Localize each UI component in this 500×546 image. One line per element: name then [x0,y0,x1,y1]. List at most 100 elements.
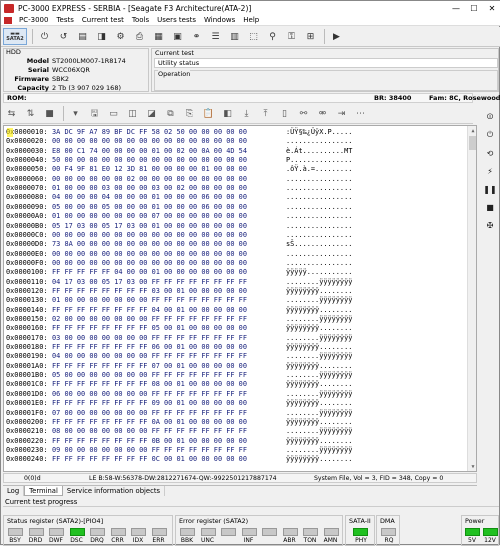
hex-bytes[interactable]: 73 8A 00 00 00 00 00 00 00 00 00 00 00 0… [52,240,278,249]
hex-row[interactable]: 0x00000E0: 00 00 00 00 00 00 00 00 00 00 … [6,250,358,259]
hex-editor[interactable]: ▲ ▼ 0x0000010: 3A DC 9F A7 89 BF DC FF 58… [3,125,477,472]
hex-bytes[interactable]: FF FF FF FF FF FF FF FF 07 00 01 00 00 0… [52,362,278,371]
hex-ascii[interactable]: ÿÿÿÿÿÿÿÿ........ [278,437,358,446]
hex-row[interactable]: 0x00000F0: 00 00 00 00 00 00 00 00 00 00 … [6,259,358,268]
hex-ascii[interactable]: ........ÿÿÿÿÿÿÿÿ [278,334,358,343]
hex-ascii[interactable]: ÿÿÿÿÿÿÿÿ........ [278,306,358,315]
hex-row[interactable]: 0x00000C0: 00 00 00 00 00 00 00 00 00 00 … [6,231,358,240]
hex-ascii[interactable]: ÿÿÿÿÿÿÿÿ........ [278,287,358,296]
hex-bytes[interactable]: FF FF FF FF FF FF FF FF 0B 00 01 00 00 0… [52,437,278,446]
hex-ascii[interactable]: ........ÿÿÿÿÿÿÿÿ [278,409,358,418]
hex-row[interactable]: 0x00001C0: FF FF FF FF FF FF FF FF 08 00 … [6,380,358,389]
tools-icon[interactable]: ✠ [482,217,498,233]
hex-row[interactable]: 0x0000070: 01 00 00 00 03 00 00 00 03 00 … [6,184,358,193]
menu-windows[interactable]: Windows [200,16,239,24]
hex-bytes[interactable]: FF FF FF FF FF FF FF FF 05 00 01 00 00 0… [52,324,278,333]
open-module-icon[interactable]: ▾ [67,105,84,122]
hex-ascii[interactable]: ........ÿÿÿÿÿÿÿÿ [278,427,358,436]
printer-icon[interactable]: ⎙ [131,28,148,45]
hex-row[interactable]: 0x0000020: 00 00 00 00 00 00 00 00 00 00 … [6,137,358,146]
hex-ascii[interactable]: ÿÿÿÿÿÿÿÿ........ [278,343,358,352]
hex-bytes[interactable]: FF FF FF FF FF FF FF FF 04 00 01 00 00 0… [52,306,278,315]
hex-row[interactable]: 0x0000030: E8 00 C1 74 00 00 00 00 01 00 … [6,147,358,156]
hex-ascii[interactable]: ................ [278,137,358,146]
menu-help[interactable]: Help [239,16,263,24]
menu-current-test[interactable]: Current test [78,16,128,24]
drive-id-icon[interactable]: ▤ [74,28,91,45]
hex-row[interactable]: 0x0000190: 04 00 00 00 00 00 00 00 FF FF … [6,352,358,361]
close-button[interactable]: ✕ [483,1,500,15]
hex-bytes[interactable]: 05 17 03 00 05 17 03 00 01 00 00 00 00 0… [52,222,278,231]
sata-port-button[interactable]: ▬▬ SATA2 [3,28,27,45]
hex-ascii[interactable]: ÿÿÿÿÿÿÿÿ........ [278,399,358,408]
power-icon[interactable]: ⏻ [36,28,53,45]
scroll-up-arrow-icon[interactable]: ▲ [468,126,476,135]
hex-bytes[interactable]: 07 00 00 00 00 00 00 00 FF FF FF FF FF F… [52,409,278,418]
hex-bytes[interactable]: 50 00 00 00 00 00 00 00 00 00 00 00 00 0… [52,156,278,165]
hex-ascii[interactable]: ÿÿÿÿÿÿÿÿ........ [278,362,358,371]
pause-icon[interactable]: ❚❚ [482,181,498,197]
hex-bytes[interactable]: 04 00 00 00 00 00 00 00 FF FF FF FF FF F… [52,352,278,361]
hex-row[interactable]: 0x0000180: FF FF FF FF FF FF FF FF 06 00 … [6,343,358,352]
hex-ascii[interactable]: ................ [278,212,358,221]
fill-icon[interactable]: ◧ [219,105,236,122]
hex-ascii[interactable]: ........ÿÿÿÿÿÿÿÿ [278,296,358,305]
hex-row[interactable]: 0x0000040: 50 00 00 00 00 00 00 00 00 00 … [6,156,358,165]
menu-users-tests[interactable]: Users tests [153,16,200,24]
stop-icon[interactable]: ■ [41,105,58,122]
hex-bytes[interactable]: 02 00 00 00 00 00 00 00 FF FF FF FF FF F… [52,315,278,324]
settings-gear-icon[interactable]: ⚙ [112,28,129,45]
hex-bytes[interactable]: 04 17 03 00 05 17 03 00 FF FF FF FF FF F… [52,278,278,287]
hex-bytes[interactable]: FF FF FF FF FF 04 00 00 01 00 00 00 00 0… [52,268,278,277]
hex-ascii[interactable]: ................ [278,184,358,193]
hex-ascii[interactable]: :ÜŸ§‰¿ÜÿX.P..... [278,128,358,137]
hex-ascii[interactable]: ................ [278,250,358,259]
hex-row[interactable]: 0x0000080: 04 00 00 00 04 00 00 00 01 00 … [6,193,358,202]
hex-row[interactable]: 0x0000120: FF FF FF FF FF FF FF FF 03 00 … [6,287,358,296]
save-as-icon[interactable]: ▭ [105,105,122,122]
binoculars-icon[interactable]: ⚭ [188,28,205,45]
hex-ascii[interactable]: ÿÿÿÿÿÿÿÿ........ [278,418,358,427]
hex-bytes[interactable]: FF FF FF FF FF FF FF FF 0A 00 01 00 00 0… [52,418,278,427]
power-toggle-icon[interactable]: ⏼ [482,109,498,125]
hex-bytes[interactable]: 00 F4 9F 81 E0 12 3D 81 00 00 00 00 01 0… [52,165,278,174]
grid-icon[interactable]: ⊞ [302,28,319,45]
import-icon[interactable]: ⤒ [257,105,274,122]
hex-bytes[interactable]: E8 00 C1 74 00 00 00 00 01 00 02 00 0A 0… [52,147,278,156]
app-menu-icon[interactable] [4,16,12,24]
hex-bytes[interactable]: 00 00 00 00 00 00 00 00 00 00 00 00 00 0… [52,137,278,146]
hex-row[interactable]: 0x0000200: FF FF FF FF FF FF FF FF 0A 00 … [6,418,358,427]
hex-bytes[interactable]: FF FF FF FF FF FF FF FF 08 00 01 00 00 0… [52,380,278,389]
hex-ascii[interactable]: ........ÿÿÿÿÿÿÿÿ [278,371,358,380]
hex-bytes[interactable]: 00 00 00 00 00 00 02 00 00 00 00 00 00 0… [52,175,278,184]
lock-icon[interactable]: ⚿ [283,28,300,45]
hex-row[interactable]: 0x00001B0: 05 00 00 00 00 00 00 00 FF FF … [6,371,358,380]
write-icon[interactable]: ◪ [143,105,160,122]
scroll-icon[interactable]: ⇅ [22,105,39,122]
defect-icon[interactable]: ⬚ [245,28,262,45]
hex-row[interactable]: 0x0000240: FF FF FF FF FF FF FF FF 0C 00 … [6,455,358,464]
hex-bytes[interactable]: FF FF FF FF FF FF FF FF 06 00 01 00 00 0… [52,343,278,352]
hex-ascii[interactable]: è.Át..........MT [278,147,358,156]
hex-ascii[interactable]: ........ÿÿÿÿÿÿÿÿ [278,446,358,455]
export-icon[interactable]: ⤓ [238,105,255,122]
list-icon[interactable]: ☰ [207,28,224,45]
hex-ascii[interactable]: ................ [278,222,358,231]
hex-ascii[interactable]: ........ÿÿÿÿÿÿÿÿ [278,278,358,287]
hex-row[interactable]: 0x0000140: FF FF FF FF FF FF FF FF 04 00 … [6,306,358,315]
hex-bytes[interactable]: 3A DC 9F A7 89 BF DC FF 58 02 50 00 00 0… [52,128,278,137]
hex-bytes[interactable]: 08 00 00 00 00 00 00 00 FF FF FF FF FF F… [52,427,278,436]
hex-ascii[interactable]: ................ [278,203,358,212]
hex-row[interactable]: 0x0000060: 00 00 00 00 00 00 02 00 00 00 … [6,175,358,184]
hex-ascii[interactable]: ........ÿÿÿÿÿÿÿÿ [278,315,358,324]
search-icon[interactable]: ⚯ [295,105,312,122]
hex-ascii[interactable]: ........ÿÿÿÿÿÿÿÿ [278,390,358,399]
hex-bytes[interactable]: 00 00 00 00 00 00 00 00 00 00 00 00 00 0… [52,259,278,268]
hex-row[interactable]: 0x0000010: 3A DC 9F A7 89 BF DC FF 58 02 … [6,128,358,137]
hex-bytes[interactable]: 09 00 00 00 00 00 00 00 FF FF FF FF FF F… [52,446,278,455]
reset-icon[interactable]: ↺ [55,28,72,45]
hex-bytes[interactable]: 04 00 00 00 04 00 00 00 01 00 00 00 06 0… [52,193,278,202]
pattern-icon[interactable]: ▥ [226,28,243,45]
hex-bytes[interactable]: 03 00 00 00 00 00 00 00 FF FF FF FF FF F… [52,334,278,343]
hex-bytes[interactable]: 00 00 00 00 00 00 00 00 00 00 00 00 00 0… [52,250,278,259]
